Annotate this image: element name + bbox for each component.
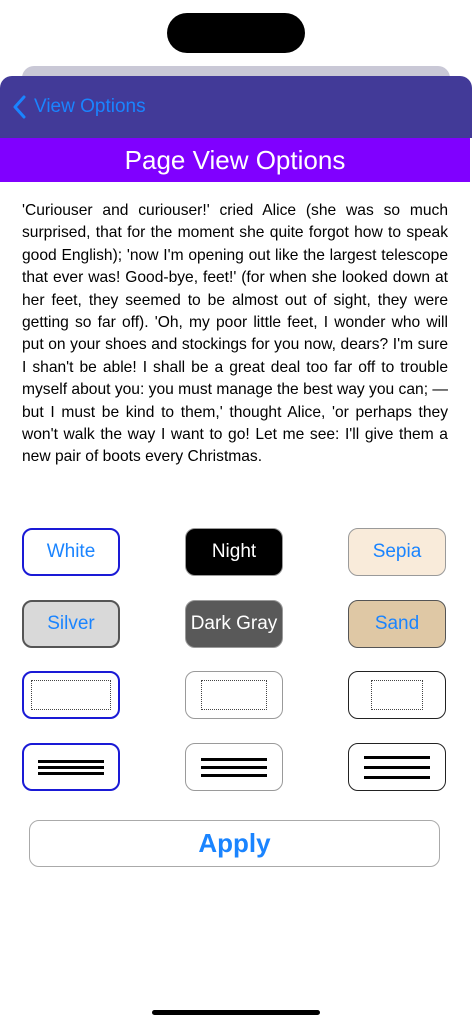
theme-sand-label: Sand	[374, 613, 420, 634]
theme-silver-button[interactable]: Silver	[22, 600, 120, 648]
margin-small-button[interactable]	[348, 671, 446, 719]
line-spacing-wide-icon	[364, 755, 430, 779]
margin-large-icon	[31, 680, 111, 710]
margin-large-button[interactable]	[22, 671, 120, 719]
line-spacing-normal-button[interactable]	[185, 743, 283, 791]
page-title: Page View Options	[124, 144, 346, 175]
line-spacing-wide-button[interactable]	[348, 743, 446, 791]
line-spacing-normal-icon	[201, 757, 267, 777]
back-button-label: View Options	[34, 96, 146, 117]
back-button[interactable]: View Options	[12, 93, 146, 121]
theme-white-button[interactable]: White	[22, 528, 120, 576]
theme-silver-label: Silver	[47, 613, 95, 634]
margin-medium-button[interactable]	[185, 671, 283, 719]
apply-button[interactable]: Apply	[29, 820, 440, 867]
theme-night-label: Night	[211, 541, 257, 562]
theme-dark-gray-label: Dark Gray	[190, 613, 278, 634]
theme-white-label: White	[46, 541, 96, 562]
title-bar: Page View Options	[0, 138, 470, 182]
navigation-bar: View Options	[0, 76, 472, 138]
theme-dark-gray-button[interactable]: Dark Gray	[185, 600, 283, 648]
line-spacing-compact-button[interactable]	[22, 743, 120, 791]
device-notch	[167, 13, 305, 53]
margin-small-icon	[371, 680, 423, 710]
preview-text: 'Curiouser and curiouser!' cried Alice (…	[22, 202, 448, 466]
margin-medium-icon	[201, 680, 267, 710]
theme-sepia-label: Sepia	[372, 541, 422, 562]
theme-sand-button[interactable]: Sand	[348, 600, 446, 648]
chevron-left-icon	[13, 95, 26, 119]
home-indicator	[152, 1010, 320, 1015]
theme-sepia-button[interactable]: Sepia	[348, 528, 446, 576]
line-spacing-compact-icon	[38, 759, 104, 775]
theme-night-button[interactable]: Night	[185, 528, 283, 576]
